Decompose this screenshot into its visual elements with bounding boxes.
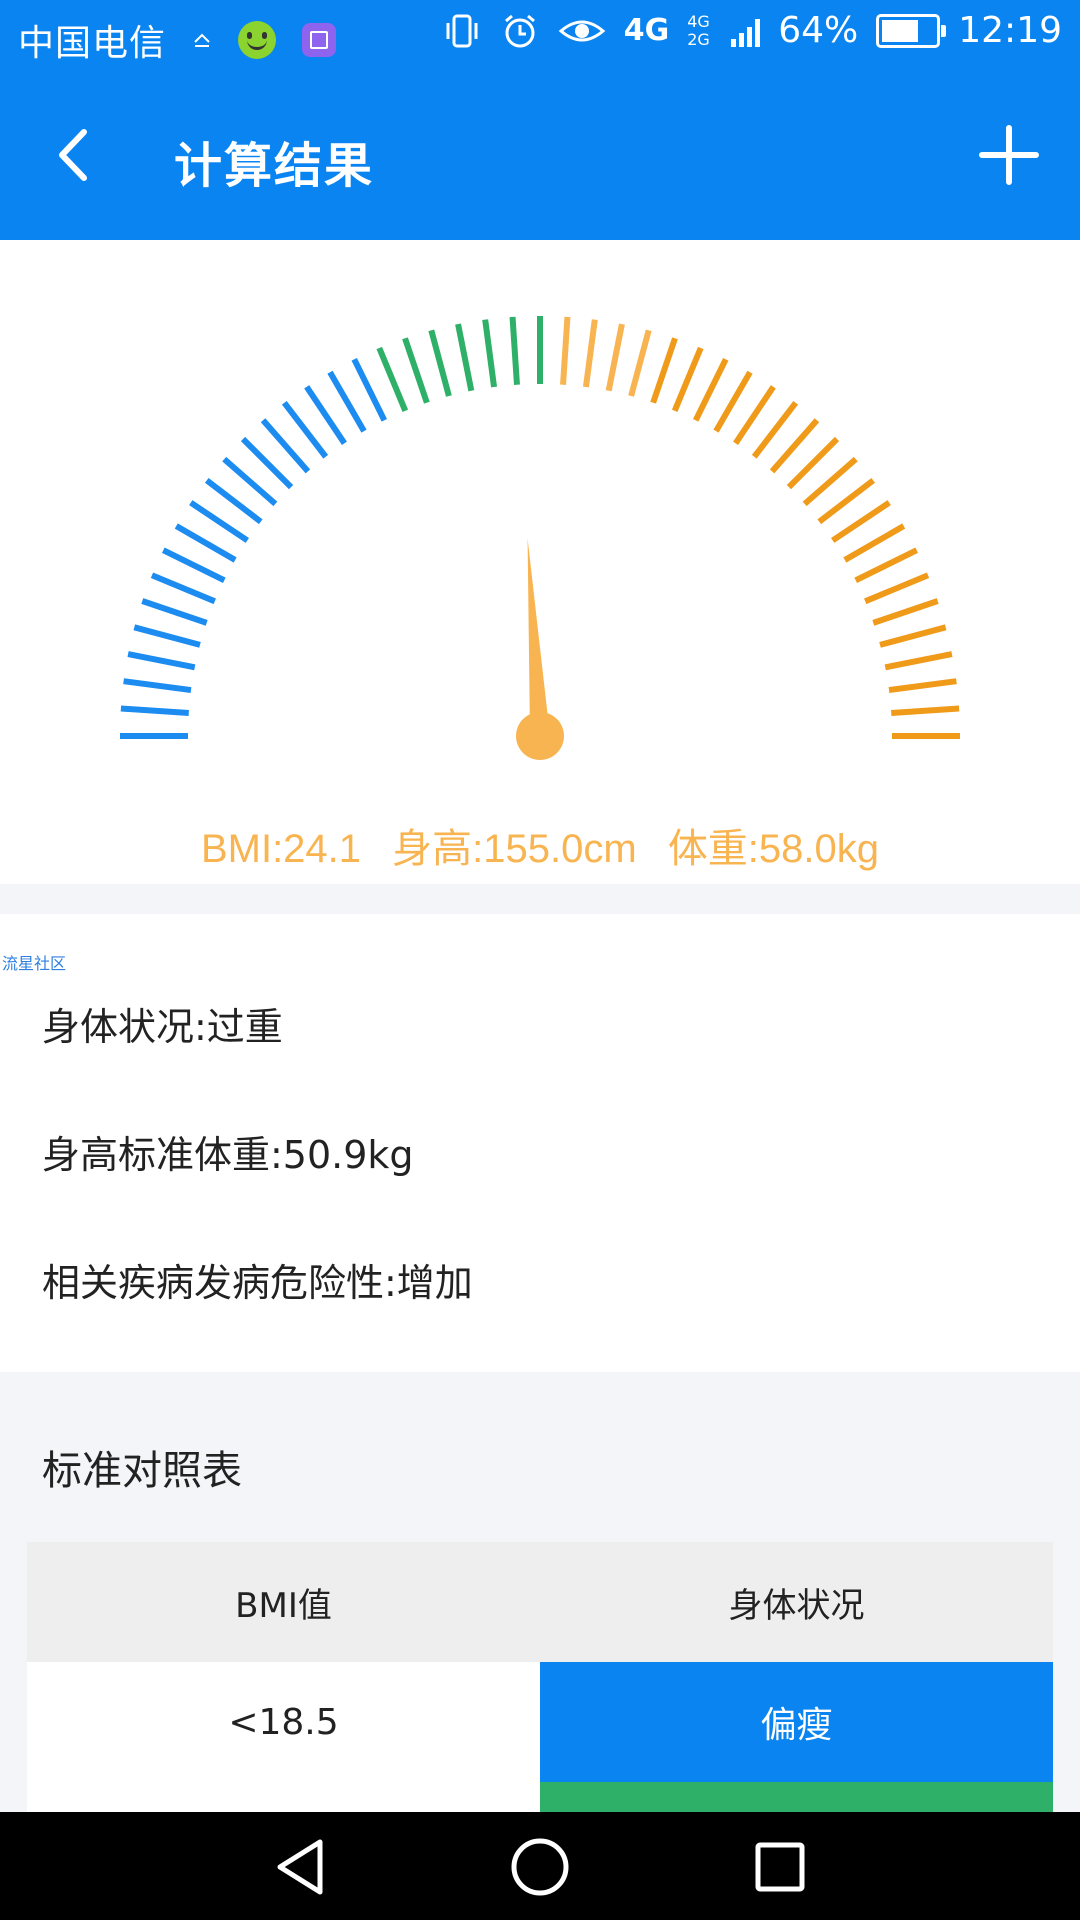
info-card: 流星社区 身体状况:过重 身高标准体重:50.9kg 相关疾病发病危险性:增加 [0,914,1080,1372]
eye-icon [558,20,606,41]
clock: 12:19 [958,10,1062,51]
nav-back-button[interactable] [262,1832,342,1902]
plus-icon [979,125,1039,185]
smiley-app-icon [238,21,277,59]
gauge-tick [327,370,367,433]
reference-table-title: 标准对照表 [42,1448,242,1494]
reference-table: BMI值 身体状况 <18.5 偏瘦 [27,1542,1053,1812]
gauge-tick [872,598,939,626]
back-arrow-icon [59,129,87,181]
gauge-tick [509,316,520,385]
app-bar: 计算结果 [0,76,1080,240]
nav-recents-button[interactable] [740,1832,820,1902]
standard-weight-text: 身高标准体重:50.9kg [42,1133,414,1177]
system-nav-bar [0,1812,1080,1920]
gauge-tick [650,337,678,404]
gauge-tick [174,523,237,563]
result-summary: BMI:24.1 身高:155.0cm 体重:58.0kg [0,816,1080,874]
signal-icon [731,15,761,47]
bmi-gauge [120,316,960,760]
watermark: 流星社区 [2,954,67,973]
upload-arrow-icon [194,33,210,47]
gauge-tick [854,547,919,584]
network-secondary-label: 4G 2G [687,11,710,49]
gauge-tick [582,319,598,388]
gauge-tick [605,323,625,392]
gauge-card: BMI:24.1 身高:155.0cm 体重:58.0kg [0,240,1080,884]
gauge-tick [560,316,571,385]
gauge-tick [879,624,947,648]
status-bar: 中国电信 4G 4G 2G 64% 12:19 [0,0,1080,76]
header-bmi: BMI值 [235,1585,332,1626]
gauge-tick [884,651,953,671]
alarm-icon [504,14,535,47]
cell-status-partial [540,1782,1053,1812]
header-status: 身体状况 [728,1585,865,1626]
carrier-label: 中国电信 [18,23,167,64]
battery-percent: 64% [778,10,859,51]
risk-text: 相关疾病发病危险性:增加 [42,1261,473,1305]
table-row-partial [27,1782,1053,1812]
table-header-row: BMI值 身体状况 [27,1542,1053,1662]
gauge-tick [120,705,189,716]
gauge-tick [455,323,475,392]
back-button[interactable] [42,120,112,190]
gauge-tick [864,572,930,605]
gauge-tick [123,678,192,694]
table-row: <18.5 偏瘦 [27,1662,1053,1782]
height-value: 身高:155.0cm [392,827,637,871]
cell-bmi: <18.5 [27,1662,540,1782]
gauge-tick [891,705,960,716]
battery-icon [876,13,947,48]
add-button[interactable] [974,120,1044,190]
cell-bmi-partial [27,1782,540,1812]
gauge-tick [428,329,452,397]
gauge-tick [133,624,201,648]
bmi-value: BMI:24.1 [200,827,362,871]
gauge-tick [402,337,430,404]
gauge-tick [141,598,208,626]
cell-status: 偏瘦 [540,1662,1053,1782]
weight-value: 体重:58.0kg [667,827,880,871]
nav-home-button[interactable] [500,1832,580,1902]
gauge-tick [888,678,957,694]
triangle-back-icon [277,1839,323,1895]
gauge-tick [713,370,753,433]
gauge-tick [692,357,729,422]
gauge-tick [843,523,906,563]
network-type-label: 4G [623,13,670,48]
gauge-hub [516,712,564,760]
vibrate-icon [446,14,478,47]
page-title: 计算结果 [174,138,375,194]
gauge-tick [628,329,652,397]
gallery-app-icon [302,23,337,57]
gauge-tick [150,572,216,605]
gauge-needle [527,538,550,737]
gauge-tick [376,346,409,412]
square-recents-icon [755,1842,805,1892]
gauge-tick [482,319,498,388]
gauge-tick [161,547,226,584]
gauge-tick [351,357,388,422]
gauge-tick [671,346,704,412]
condition-text: 身体状况:过重 [42,1005,283,1049]
gauge-tick [127,651,196,671]
circle-home-icon [511,1838,569,1896]
